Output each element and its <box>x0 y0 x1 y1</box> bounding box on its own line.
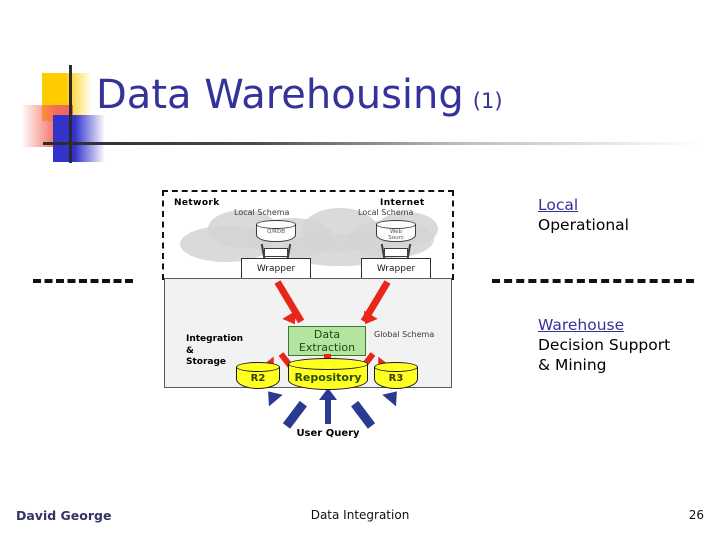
storage-cylinder-label: R2 <box>250 373 266 384</box>
wrapper-box-left: Wrapper <box>241 258 311 280</box>
integration-storage-label: Integration & Storage <box>186 334 244 367</box>
annotation-warehouse-body-1: Decision Support <box>538 336 671 354</box>
title-divider <box>62 142 702 145</box>
data-extraction-line1: Data <box>313 328 341 341</box>
dashed-separator-left <box>33 279 133 283</box>
source-database-label-line2: Sourc <box>388 235 404 241</box>
wrapper-box-right: Wrapper <box>361 258 431 280</box>
annotation-local-heading: Local <box>538 196 579 214</box>
logo-vertical-line <box>69 65 72 163</box>
source-connector-right <box>376 244 416 258</box>
footer-subject: Data Integration <box>310 508 410 522</box>
page-title-suffix: (1) <box>472 89 503 113</box>
annotation-warehouse-body-2: & Mining <box>538 356 607 374</box>
architecture-diagram: Network Internet Local Schema Local Sche… <box>162 190 454 439</box>
annotation-local: Local Operational <box>538 196 629 235</box>
source-database-web: Web Sourc <box>376 220 416 246</box>
annotation-warehouse: Warehouse Decision Support & Mining <box>538 316 670 375</box>
dashed-separator-right <box>492 279 694 283</box>
local-schema-label-left: Local Schema <box>234 208 290 217</box>
database-cylinder-top <box>376 220 416 229</box>
annotation-warehouse-heading: Warehouse <box>538 316 625 334</box>
user-query-label: User Query <box>296 428 360 439</box>
footer-page-number: 26 <box>688 508 704 522</box>
blue-arrow-shaft <box>282 400 307 429</box>
cylinder-top <box>374 362 418 372</box>
page-title: Data Warehousing (1) <box>96 72 676 128</box>
database-cylinder-top <box>256 220 296 229</box>
zone-label-internet: Internet <box>380 198 425 208</box>
annotation-local-body: Operational <box>538 216 629 234</box>
source-connector-left <box>256 244 296 258</box>
data-extraction-line2: Extraction <box>298 341 356 354</box>
global-schema-label: Global Schema <box>374 330 435 339</box>
storage-cylinder-label: R3 <box>388 373 404 384</box>
zone-label-network: Network <box>174 198 220 208</box>
source-database-ordb: O/RDB <box>256 220 296 246</box>
blue-arrow-shaft <box>351 400 376 429</box>
local-schema-label-right: Local Schema <box>358 208 414 217</box>
slide-canvas: Data Warehousing (1) Local Operational W… <box>0 0 720 540</box>
cylinder-top <box>288 358 368 370</box>
storage-cylinder-label: Repository <box>294 371 362 384</box>
source-database-label: O/RDB <box>266 229 285 235</box>
page-title-text: Data Warehousing <box>96 72 464 118</box>
data-extraction-box: Data Extraction <box>288 326 366 356</box>
cylinder-top <box>236 362 280 372</box>
source-database-label: Web Sourc <box>376 229 416 241</box>
blue-arrow-head <box>261 385 283 407</box>
